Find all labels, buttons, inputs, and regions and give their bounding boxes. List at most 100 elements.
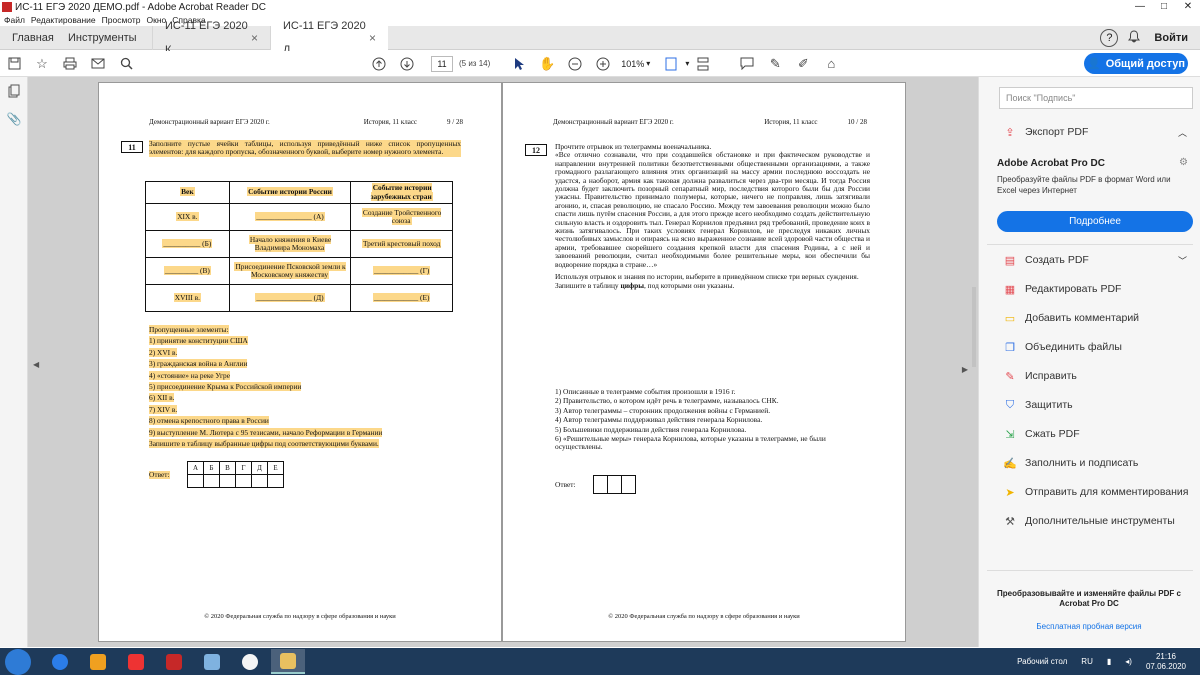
zoom-level-select[interactable]: 101%: [621, 59, 644, 69]
acrobat-app-icon: [2, 2, 12, 12]
expand-left-panel-icon[interactable]: ◀: [33, 360, 39, 369]
computer-icon[interactable]: [195, 649, 229, 674]
notifications-bell-icon[interactable]: [1128, 29, 1141, 46]
tool-item[interactable]: ⚒ Дополнительные инструменты: [1003, 511, 1197, 531]
close-tab-icon[interactable]: ×: [251, 26, 258, 50]
bookmark-star-icon[interactable]: ☆: [31, 53, 53, 75]
media-player-icon[interactable]: [81, 649, 115, 674]
vertical-scrollbar[interactable]: [970, 257, 978, 397]
answer-letter: Г: [235, 461, 252, 475]
list-item: 3) Автор телеграммы – сторонник продолже…: [555, 405, 771, 415]
page-footer: © 2020 Федеральная служба по надзору в с…: [608, 613, 800, 620]
tray-network-icon[interactable]: ▮: [1107, 657, 1111, 666]
file-explorer-icon[interactable]: [271, 649, 305, 674]
menu-window[interactable]: Окно: [147, 15, 167, 25]
scrollbar-thumb[interactable]: [972, 287, 976, 367]
zoom-in-icon[interactable]: [592, 53, 614, 75]
menu-file[interactable]: Файл: [4, 15, 25, 25]
system-clock[interactable]: 21:16 07.06.2020: [1146, 652, 1186, 672]
close-tab-icon[interactable]: ×: [369, 26, 376, 50]
print-icon[interactable]: [59, 53, 81, 75]
tab-document-1[interactable]: ИС-11 ЕГЭ 2020 К... ×: [152, 20, 270, 56]
highlight-pen-icon[interactable]: ✎: [764, 53, 786, 75]
answer-letter: А: [187, 461, 204, 475]
fit-page-icon[interactable]: [660, 53, 682, 75]
edit-pdf-icon: ▦: [1004, 283, 1016, 296]
fit-chevron-down-icon[interactable]: ▾: [685, 59, 689, 68]
tool-item[interactable]: ▦ Редактировать PDF: [1003, 279, 1197, 299]
zoom-out-icon[interactable]: [564, 53, 586, 75]
login-button[interactable]: Войти: [1154, 32, 1188, 44]
tray-volume-icon[interactable]: ◂): [1125, 657, 1132, 666]
tool-search-input[interactable]: Поиск "Подпись": [999, 87, 1193, 109]
answer-cell: [593, 475, 608, 494]
page-header-number: 10 / 28: [847, 118, 867, 126]
list-item: 2) XVI в.: [149, 347, 178, 357]
page-scroll-icon[interactable]: [692, 53, 714, 75]
tab-home[interactable]: Главная: [0, 26, 56, 50]
learn-more-button[interactable]: Подробнее: [997, 211, 1193, 232]
missing-elements-list: Пропущенные элементы: 1) принятие консти…: [149, 325, 469, 451]
comment-icon[interactable]: [736, 53, 758, 75]
tool-item[interactable]: ⛉ Защитить: [1003, 395, 1197, 415]
page-header-left: Демонстрационный вариант ЕГЭ 2020 г.: [149, 118, 270, 126]
collapse-right-panel-icon[interactable]: ▶: [962, 365, 968, 374]
tool-item-label: Защитить: [1025, 399, 1073, 411]
zoom-chevron-down-icon[interactable]: ▾: [646, 59, 650, 68]
main-toolbar: ☆ 11 (5 из 14) ✋ 101% ▾ ▾ ✎ ✐ ⌂ 👤 Общий …: [0, 51, 1200, 77]
tab-document-2[interactable]: ИС-11 ЕГЭ 2020 Д... ×: [270, 20, 388, 56]
tab-tools[interactable]: Инструменты: [56, 26, 152, 50]
select-cursor-icon[interactable]: [508, 53, 530, 75]
start-button-icon[interactable]: [5, 648, 31, 675]
email-icon[interactable]: [87, 53, 109, 75]
answer-cell: [267, 474, 284, 488]
answer-letter: В: [219, 461, 236, 475]
stamp-icon[interactable]: ⌂: [820, 53, 842, 75]
tab-bar: Главная Инструменты ИС-11 ЕГЭ 2020 К... …: [0, 20, 1200, 56]
desktop-toolbar-label[interactable]: Рабочий стол: [1017, 657, 1067, 666]
page-header-subject: История, 11 класс: [764, 118, 818, 126]
yandex-browser-icon[interactable]: [119, 649, 153, 674]
maximize-button[interactable]: □: [1152, 0, 1176, 14]
menu-edit[interactable]: Редактирование: [31, 15, 96, 25]
previous-page-icon[interactable]: [368, 53, 390, 75]
answer-letter: Е: [267, 461, 284, 475]
attachments-paperclip-icon[interactable]: 📎: [0, 105, 28, 133]
tool-item[interactable]: ⇲ Сжать PDF: [1003, 424, 1197, 444]
chevron-down-icon[interactable]: ﹀: [1178, 254, 1187, 267]
minimize-button[interactable]: —: [1128, 0, 1152, 14]
page-thumbnails-icon[interactable]: [0, 77, 28, 105]
table-cell: Создание Тройственного союза: [361, 207, 442, 225]
table-cell: XVIII в.: [173, 292, 201, 302]
tool-item-label: Сжать PDF: [1025, 428, 1080, 440]
tool-item[interactable]: ✎ Исправить: [1003, 366, 1197, 386]
yandex-icon[interactable]: [233, 649, 267, 674]
free-trial-link[interactable]: Бесплатная пробная версия: [989, 622, 1189, 631]
tool-item[interactable]: ▤ Создать PDF ﹀: [1003, 250, 1197, 270]
draw-icon[interactable]: ✐: [792, 53, 814, 75]
tool-item[interactable]: ✍ Заполнить и подписать: [1003, 453, 1197, 473]
next-page-icon[interactable]: [396, 53, 418, 75]
tool-item[interactable]: ➤ Отправить для комментирования: [1003, 482, 1197, 502]
answer-letter: Б: [203, 461, 220, 475]
task-write-bold: цифры: [620, 280, 644, 290]
close-window-button[interactable]: ✕: [1176, 0, 1200, 14]
list-item: 8) отмена крепостного права в России: [149, 416, 269, 426]
list-item: 3) гражданская война в Англии: [149, 359, 248, 369]
search-icon[interactable]: [115, 53, 137, 75]
tool-item[interactable]: ▭ Добавить комментарий: [1003, 308, 1197, 328]
table-cell: __________ (Б): [162, 238, 213, 248]
tool-item[interactable]: ❐ Объединить файлы: [1003, 337, 1197, 357]
internet-explorer-icon[interactable]: [43, 649, 77, 674]
export-pdf-tool[interactable]: ⇪ Экспорт PDF ︿: [1003, 122, 1197, 142]
menu-view[interactable]: Просмотр: [102, 15, 141, 25]
document-viewer[interactable]: ◀ Демонстрационный вариант ЕГЭ 2020 г. И…: [28, 77, 978, 647]
language-indicator[interactable]: RU: [1081, 657, 1093, 666]
page-number-input[interactable]: 11: [431, 55, 453, 72]
save-icon[interactable]: [3, 53, 25, 75]
help-icon[interactable]: ?: [1100, 28, 1119, 47]
chevron-up-icon[interactable]: ︿: [1178, 126, 1187, 139]
share-button[interactable]: 👤 Общий доступ: [1084, 53, 1188, 74]
hand-tool-icon[interactable]: ✋: [536, 53, 558, 75]
acrobat-taskbar-icon[interactable]: [157, 649, 191, 674]
